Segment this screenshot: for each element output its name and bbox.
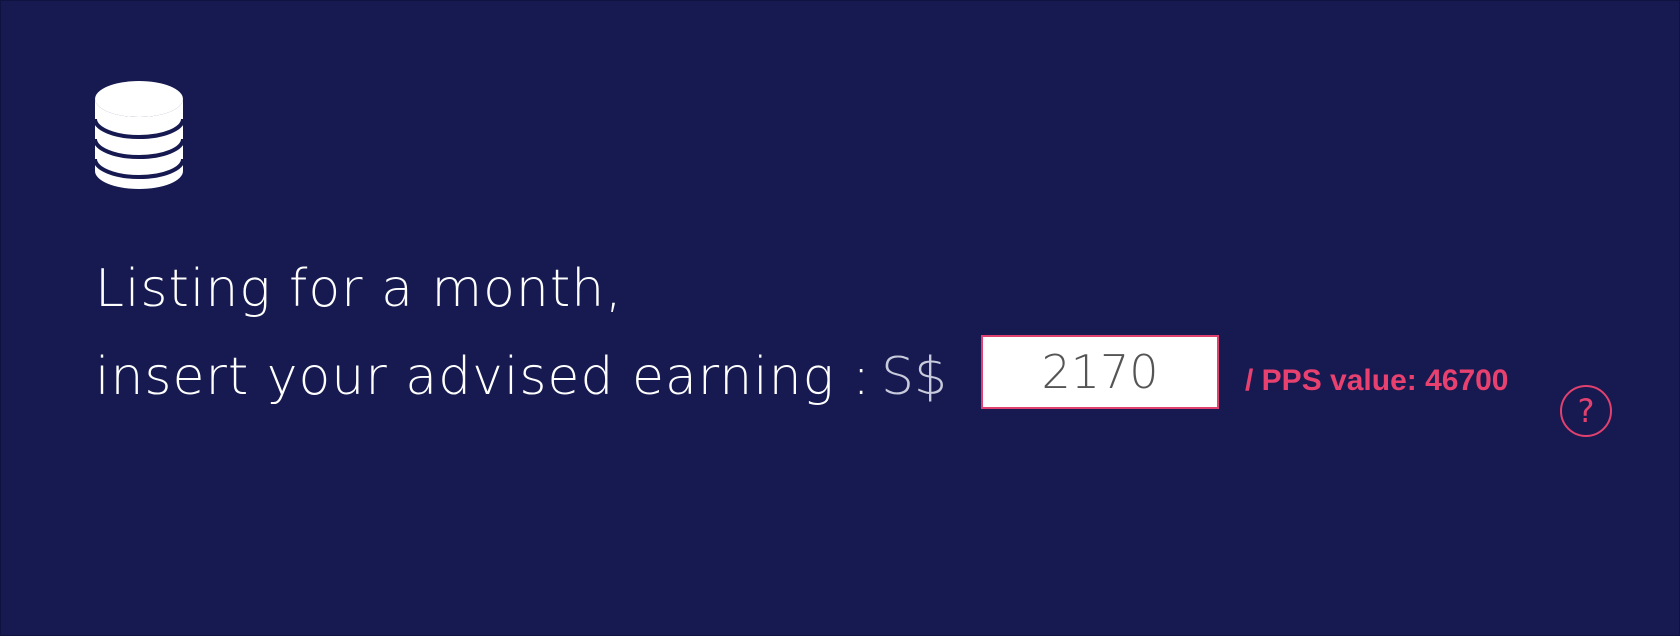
earning-panel: Listing for a month, insert your advised… (0, 0, 1680, 636)
currency-label: S$ (881, 347, 948, 407)
help-icon[interactable]: ? (1560, 385, 1612, 437)
earning-input[interactable] (981, 335, 1219, 409)
coins-stack-icon (93, 81, 185, 189)
pps-value-label: / PPS value: 46700 (1245, 364, 1509, 397)
earning-prompt-text: insert your advised earning : (95, 347, 871, 407)
listing-text: Listing for a month, (95, 259, 623, 319)
